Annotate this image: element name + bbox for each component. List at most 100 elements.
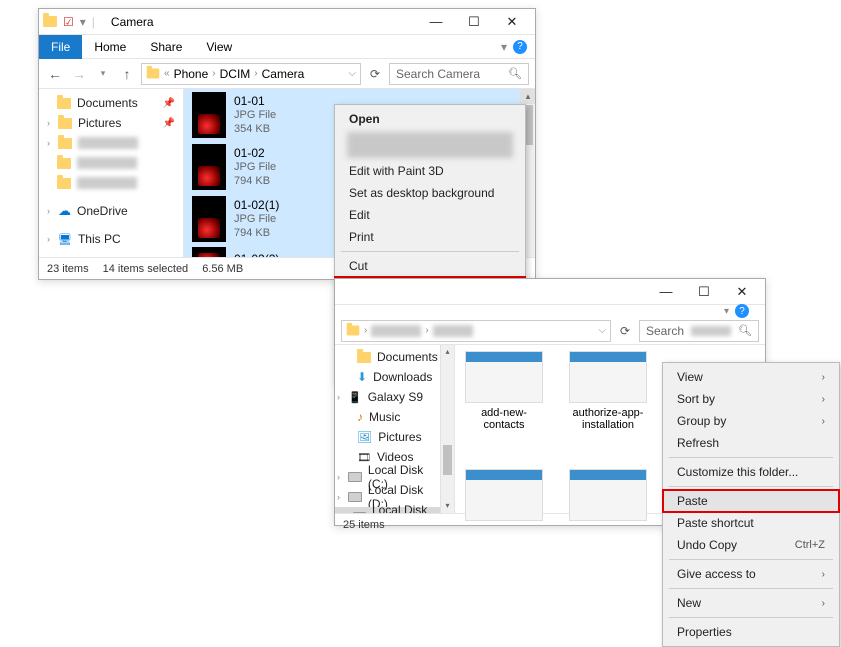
onedrive-icon: ☁ [58,203,71,219]
scroll-up-button[interactable]: ▴ [441,345,454,359]
sidebar-item-onedrive[interactable]: ›☁OneDrive [39,201,183,221]
refresh-button[interactable]: ⟳ [365,67,385,81]
qa-checkbox-icon[interactable]: ☑ [63,15,74,29]
search-box[interactable]: Search Camera 🔍︎ [389,63,529,85]
chevron-right-icon[interactable]: › [47,138,50,148]
documents-icon [357,352,371,363]
ctx-label: Undo Copy [677,538,737,552]
ribbon-expand-icon[interactable]: ▾ [724,306,729,317]
crumb-camera[interactable]: Camera [262,67,305,81]
maximize-button[interactable]: ☐ [685,280,723,304]
ctx-paste-shortcut[interactable]: Paste shortcut [663,512,839,534]
scroll-down-button[interactable]: ▾ [441,499,454,513]
chevron-right-icon[interactable]: › [337,492,340,502]
chevron-down-icon[interactable]: ⌵ [348,68,356,79]
ribbon-tab-view[interactable]: View [194,35,244,59]
search-box[interactable]: Search 🔍︎ [639,320,759,342]
nav-forward-button[interactable]: → [69,66,89,82]
ribbon-expand-icon[interactable]: ▾ [501,40,507,54]
sidebar-item-blurred[interactable] [39,173,183,193]
ribbon-tab-home[interactable]: Home [82,35,138,59]
help-icon[interactable]: ? [735,304,749,318]
sidebar-item-thispc[interactable]: ›🖥This PC [39,229,183,249]
sidebar-label: Music [369,410,400,424]
ribbon-tab-file[interactable]: File [39,35,82,59]
refresh-button[interactable]: ⟳ [615,324,635,338]
chevron-right-icon[interactable]: › [337,472,340,482]
ctx-undo-copy[interactable]: Undo CopyCtrl+Z [663,534,839,556]
file-item[interactable] [461,469,547,521]
ctx-print[interactable]: Print [335,226,525,248]
sidebar-item-music[interactable]: ♪Music [335,407,454,427]
ctx-separator [341,251,519,252]
drive-icon [348,492,362,502]
folder-icon [147,69,160,79]
ctx-give-access[interactable]: Give access to› [663,563,839,585]
folder-icon [57,98,71,109]
sidebar-item-pictures[interactable]: 🖼Pictures [335,427,454,447]
sidebar-item-documents[interactable]: Documents [335,347,454,367]
ctx-refresh[interactable]: Refresh [663,432,839,454]
scrollbar[interactable]: ▴ ▾ [440,345,454,513]
ctx-groupby[interactable]: Group by› [663,410,839,432]
file-type: JPG File [234,160,276,174]
chevron-right-icon: › [822,598,825,609]
sidebar-item-documents[interactable]: Documents📌 [39,93,183,113]
chevron-right-icon[interactable]: › [337,392,340,402]
ctx-sortby[interactable]: Sort by› [663,388,839,410]
scroll-thumb[interactable] [443,445,452,475]
maximize-button[interactable]: ☐ [455,10,493,34]
ctx-customize[interactable]: Customize this folder... [663,461,839,483]
ctx-label: Give access to [677,567,756,581]
minimize-button[interactable]: — [647,280,685,304]
ctx-cut[interactable]: Cut [335,255,525,277]
file-thumbnail [192,247,226,257]
chevron-right-icon[interactable]: › [47,118,50,128]
ctx-view[interactable]: View› [663,366,839,388]
file-item[interactable]: add-new-contacts [461,351,547,431]
ctx-label: View [677,370,703,384]
sidebar-label: Documents [377,350,438,364]
chevron-right-icon[interactable]: › [47,234,50,244]
titlebar-sep: | [92,15,95,29]
file-item[interactable] [565,469,651,521]
nav-recent-dropdown[interactable]: ▾ [93,68,113,79]
close-button[interactable]: ✕ [723,280,761,304]
file-item[interactable]: authorize-app-installation [565,351,651,431]
scroll-up-button[interactable]: ▴ [521,89,535,104]
nav-up-button[interactable]: ↑ [117,66,137,82]
ctx-open[interactable]: Open [335,108,525,130]
ctx-new[interactable]: New› [663,592,839,614]
ctx-set-background[interactable]: Set as desktop background [335,182,525,204]
sidebar-item-blurred[interactable]: › [39,133,183,153]
ctx-blurred-items [347,132,513,158]
blurred-label [77,157,137,169]
sidebar-item-downloads[interactable]: ⬇Downloads [335,367,454,387]
ctx-paint3d[interactable]: Edit with Paint 3D [335,160,525,182]
nav-tree: Documents📌 ›Pictures📌 › ›☁OneDrive ›🖥Thi… [39,89,184,257]
ctx-edit[interactable]: Edit [335,204,525,226]
chevron-down-icon[interactable]: ⌵ [598,325,606,336]
file-thumbnail [192,144,226,190]
sidebar-item-disk-e[interactable]: ⌄Local Disk (E:) [335,507,454,513]
chevron-down-icon[interactable]: ⌄ [337,512,345,514]
help-icon[interactable]: ? [513,40,527,54]
blurred-label [691,326,731,336]
sidebar-item-galaxy[interactable]: ›📱Galaxy S9 [335,387,454,407]
sidebar-item-blurred[interactable] [39,153,183,173]
qa-divider-icon: ▾ [80,15,86,29]
nav-back-button[interactable]: ← [45,66,65,82]
chevron-right-icon[interactable]: › [47,206,50,216]
ctx-paste[interactable]: Paste [663,490,839,512]
address-bar[interactable]: « Phone › DCIM › Camera ⌵ [141,63,361,85]
ribbon-tab-share[interactable]: Share [138,35,194,59]
close-button[interactable]: ✕ [493,10,531,34]
crumb-phone[interactable]: Phone [174,67,209,81]
file-size: 794 KB [234,174,276,188]
ctx-properties[interactable]: Properties [663,621,839,643]
sidebar-item-pictures[interactable]: ›Pictures📌 [39,113,183,133]
crumb-dcim[interactable]: DCIM [220,67,251,81]
crumb-overflow-icon[interactable]: « [164,68,170,79]
address-bar[interactable]: › › ⌵ [341,320,611,342]
minimize-button[interactable]: — [417,10,455,34]
